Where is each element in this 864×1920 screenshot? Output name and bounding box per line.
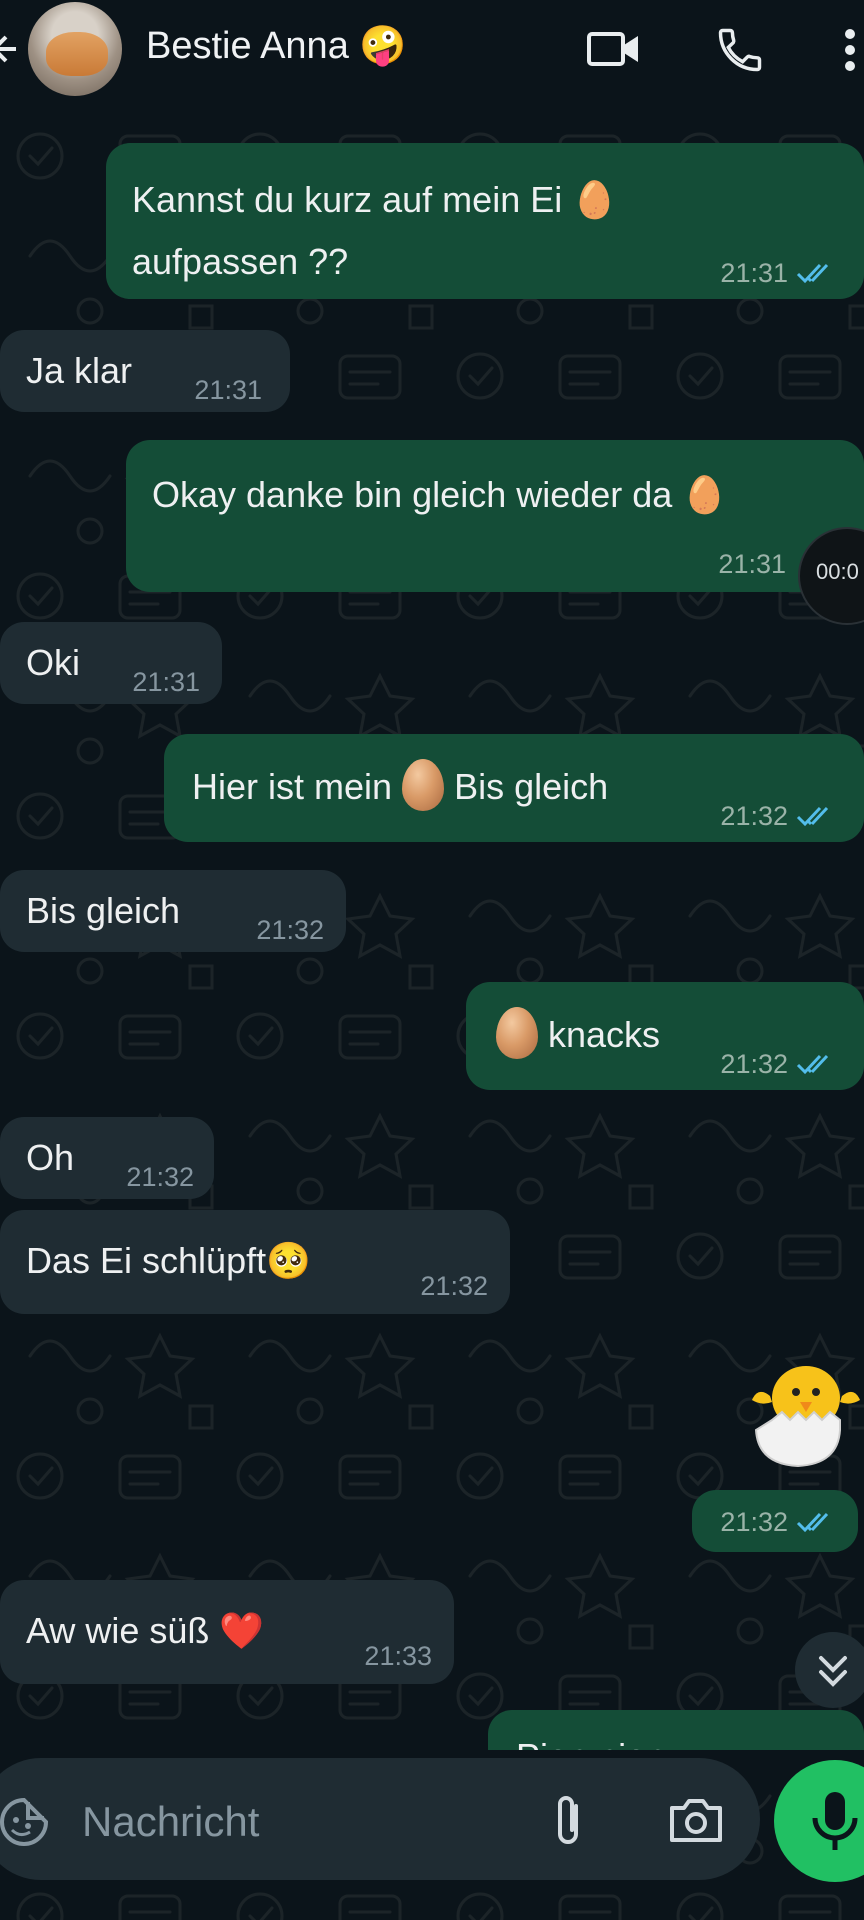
voice-record-button[interactable] bbox=[774, 1760, 864, 1882]
message-time: 21:32 bbox=[720, 801, 788, 831]
message-time: 21:31 bbox=[720, 258, 788, 288]
contact-name[interactable]: Bestie Anna 🤪 bbox=[146, 24, 407, 68]
message-time: 21:32 bbox=[126, 1162, 194, 1192]
message-text: knacks bbox=[496, 1007, 660, 1060]
voice-call-icon[interactable] bbox=[714, 24, 766, 76]
message-text: Ja klar bbox=[26, 350, 133, 391]
message-bubble-outgoing[interactable]: Kannst du kurz auf mein Ei 🥚 aufpassen ?… bbox=[106, 143, 864, 299]
message-time: 21:31 bbox=[718, 549, 786, 579]
chat-header: Bestie Anna 🤪 bbox=[0, 0, 864, 116]
read-ticks-icon bbox=[796, 1512, 829, 1533]
read-ticks-icon bbox=[796, 263, 829, 284]
message-bubble-outgoing[interactable]: knacks 21:32 bbox=[466, 982, 864, 1090]
message-bubble-incoming[interactable]: Das Ei schlüpft🥺 21:32 bbox=[0, 1210, 510, 1314]
back-arrow-icon[interactable] bbox=[0, 26, 22, 72]
read-ticks-icon bbox=[796, 806, 829, 827]
message-input[interactable]: Nachricht bbox=[82, 1798, 259, 1846]
message-time: 21:32 bbox=[720, 1507, 788, 1537]
message-time: 21:32 bbox=[420, 1271, 488, 1301]
message-bubble-incoming[interactable]: Ja klar 21:31 bbox=[0, 330, 290, 412]
message-bubble-outgoing[interactable]: Okay danke bin gleich wieder da 🥚 21:31 bbox=[126, 440, 864, 592]
egg-emoji-icon bbox=[496, 1007, 538, 1060]
double-chevron-down-icon bbox=[819, 1656, 847, 1687]
message-text: Okay danke bin gleich wieder da 🥚 bbox=[152, 474, 728, 515]
message-time: 21:31 bbox=[194, 375, 262, 405]
sticker-icon[interactable] bbox=[0, 1796, 50, 1848]
attach-icon[interactable] bbox=[548, 1792, 588, 1850]
message-text: Oki bbox=[26, 642, 80, 683]
message-composer[interactable]: Nachricht bbox=[0, 1758, 760, 1880]
message-bubble-outgoing[interactable]: Piep piep bbox=[488, 1710, 864, 1750]
message-bubble-outgoing[interactable]: 21:32 bbox=[692, 1490, 858, 1552]
message-text: Kannst du kurz auf mein Ei 🥚 bbox=[132, 179, 618, 220]
hatching-chick-icon bbox=[752, 1366, 860, 1468]
camera-icon[interactable] bbox=[668, 1796, 724, 1844]
video-call-icon[interactable] bbox=[586, 24, 642, 74]
message-text: Piep piep bbox=[516, 1736, 666, 1750]
message-text: Aw wie süß ❤️ bbox=[26, 1610, 265, 1651]
message-time: 21:31 bbox=[132, 667, 200, 697]
message-text: Bis gleich bbox=[26, 890, 181, 931]
message-time: 21:32 bbox=[720, 1049, 788, 1079]
mic-icon bbox=[812, 1792, 858, 1850]
avatar[interactable] bbox=[28, 2, 122, 96]
message-list[interactable]: Kannst du kurz auf mein Ei 🥚 aufpassen ?… bbox=[0, 0, 864, 1750]
message-bubble-incoming[interactable]: Oki 21:31 bbox=[0, 622, 222, 704]
more-vert-icon[interactable] bbox=[842, 24, 858, 76]
message-text: Hier ist mein Bis gleich bbox=[192, 759, 608, 812]
chick-sticker[interactable] bbox=[748, 1350, 864, 1470]
message-text: Das Ei schlüpft🥺 bbox=[26, 1240, 311, 1281]
message-text: Oh bbox=[26, 1137, 75, 1178]
message-bubble-incoming[interactable]: Bis gleich 21:32 bbox=[0, 870, 346, 952]
message-time: 21:33 bbox=[364, 1641, 432, 1671]
scroll-to-bottom-button[interactable] bbox=[795, 1632, 864, 1708]
message-bubble-outgoing[interactable]: Hier ist mein Bis gleich 21:32 bbox=[164, 734, 864, 842]
read-ticks-icon bbox=[796, 1054, 829, 1075]
egg-emoji-icon bbox=[402, 759, 445, 812]
message-bubble-incoming[interactable]: Oh 21:32 bbox=[0, 1117, 214, 1199]
message-time: 21:32 bbox=[256, 915, 324, 945]
message-bubble-incoming[interactable]: Aw wie süß ❤️ 21:33 bbox=[0, 1580, 454, 1684]
